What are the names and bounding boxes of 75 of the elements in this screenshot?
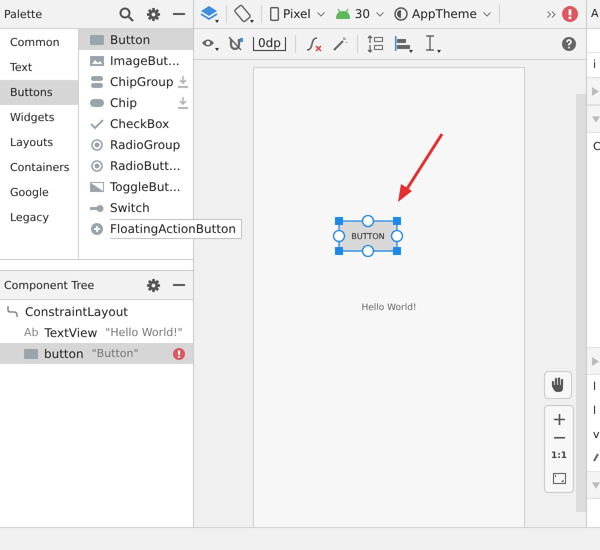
category-item[interactable]: Text xyxy=(0,55,78,80)
chip-widget-icon xyxy=(90,96,104,108)
check-widget-icon xyxy=(90,118,104,130)
attribute-label: v xyxy=(593,428,600,441)
attribute-label: C xyxy=(593,140,600,153)
android-icon xyxy=(334,9,351,19)
category-item[interactable]: Common xyxy=(0,30,78,55)
caret-icon xyxy=(482,12,491,16)
api-dropdown[interactable]: 30 xyxy=(332,7,386,21)
selection-handles-drawing[interactable] xyxy=(333,215,403,257)
rotate-icon[interactable] xyxy=(233,4,255,24)
category-item[interactable]: Widgets xyxy=(0,105,78,130)
scrollbar[interactable] xyxy=(576,94,586,512)
attribute-label: i xyxy=(593,58,596,71)
help-icon[interactable] xyxy=(562,37,576,51)
panel-title: Palette xyxy=(4,8,44,20)
caret-icon xyxy=(376,12,384,16)
palette-item[interactable]: Chip xyxy=(79,92,193,113)
zoom-in-icon[interactable] xyxy=(554,414,564,425)
error-icon[interactable] xyxy=(173,348,185,360)
wrench-icon[interactable] xyxy=(593,452,599,462)
palette-item[interactable]: RadioButt... xyxy=(79,155,193,176)
palette-item[interactable]: Switch xyxy=(79,197,193,218)
theme-icon xyxy=(394,7,408,21)
layers-icon[interactable] xyxy=(200,4,220,24)
hand-icon xyxy=(551,377,565,393)
panel-title: Component Tree xyxy=(4,278,96,292)
palette-item[interactable]: ChipGroup xyxy=(79,71,193,92)
toggle-widget-icon xyxy=(90,180,104,192)
clear-constraints-icon[interactable] xyxy=(304,36,323,52)
tree-node[interactable]: Ab TextView "Hello World!" xyxy=(0,322,193,343)
tree-node[interactable]: ConstraintLayout xyxy=(0,301,193,322)
zoom-reset-button[interactable]: 1:1 xyxy=(550,451,568,461)
chipgroup-widget-icon xyxy=(90,76,104,88)
button-widget-icon xyxy=(90,34,104,46)
error-icon[interactable] xyxy=(562,6,578,22)
caret-icon xyxy=(316,12,325,16)
align-icon[interactable] xyxy=(394,35,414,53)
search-icon[interactable] xyxy=(119,6,134,22)
settings-icon[interactable] xyxy=(147,8,160,20)
radio-widget-icon xyxy=(90,160,104,172)
palette-item[interactable]: CheckBox xyxy=(79,113,193,134)
palette-item[interactable]: Button xyxy=(79,29,193,50)
text-view-widget[interactable]: Hello World! xyxy=(254,303,524,313)
radio-widget-icon xyxy=(90,138,104,150)
category-item[interactable]: Buttons xyxy=(0,80,78,105)
more-chevron-icon[interactable] xyxy=(547,10,556,18)
settings-icon[interactable] xyxy=(147,278,160,292)
panel-title: A xyxy=(591,7,599,20)
palette-item[interactable]: RadioGroup xyxy=(79,134,193,155)
category-item[interactable]: Legacy xyxy=(0,205,78,230)
fab-widget-icon xyxy=(90,222,104,234)
item-name-tooltip: FloatingActionButton xyxy=(110,218,242,238)
palette-item[interactable]: ToggleBut... xyxy=(79,176,193,197)
pack-icon[interactable] xyxy=(366,35,385,53)
category-item[interactable]: Layouts xyxy=(0,130,78,155)
tree-node[interactable]: button "Button" xyxy=(0,343,193,364)
magic-wand-icon[interactable] xyxy=(332,36,348,52)
margin-field[interactable]: 0dp xyxy=(253,37,286,51)
connector-icon xyxy=(6,305,19,318)
attribute-label: l xyxy=(593,404,596,417)
eye-icon[interactable] xyxy=(201,37,219,51)
image-widget-icon xyxy=(90,54,104,66)
palette-item[interactable]: ImageBut... xyxy=(79,50,193,71)
theme-dropdown[interactable]: AppTheme xyxy=(392,7,493,21)
attribute-label: l xyxy=(593,380,596,393)
category-item[interactable]: Containers xyxy=(0,155,78,180)
magnet-icon[interactable] xyxy=(228,36,244,52)
device-dropdown[interactable]: Pixel xyxy=(268,7,327,21)
pan-button[interactable] xyxy=(544,371,572,399)
annotation-arrow xyxy=(395,132,445,204)
button-widget-icon xyxy=(24,348,38,358)
category-item[interactable]: Google xyxy=(0,180,78,205)
phone-icon xyxy=(270,7,279,21)
fit-screen-icon[interactable] xyxy=(552,473,566,484)
